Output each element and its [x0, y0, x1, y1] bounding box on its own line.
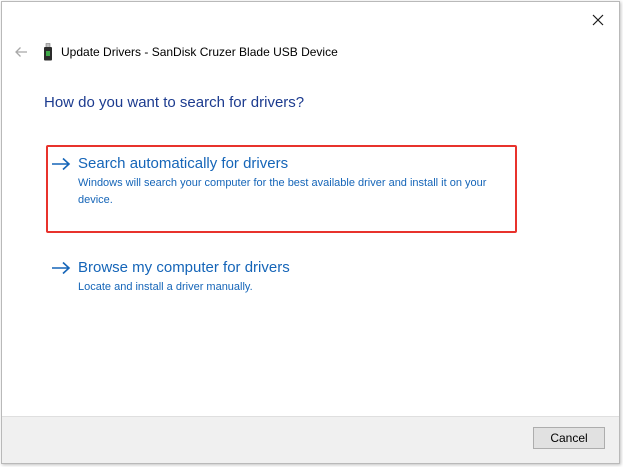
option-title: Browse my computer for drivers — [78, 259, 290, 276]
usb-drive-icon — [42, 42, 54, 62]
close-button[interactable] — [583, 6, 613, 34]
update-drivers-dialog: Update Drivers - SanDisk Cruzer Blade US… — [1, 1, 620, 464]
arrow-right-icon — [50, 154, 72, 174]
option-title: Search automatically for drivers — [78, 155, 289, 172]
cancel-button[interactable]: Cancel — [533, 427, 605, 449]
option-description: Locate and install a driver manually. — [78, 281, 253, 293]
close-icon — [592, 14, 604, 26]
search-automatically-option[interactable]: Search automatically for drivers Windows… — [50, 154, 510, 209]
dialog-title: Update Drivers - SanDisk Cruzer Blade US… — [61, 45, 338, 59]
page-heading: How do you want to search for drivers? — [44, 94, 305, 111]
dialog-header: Update Drivers - SanDisk Cruzer Blade US… — [10, 40, 338, 64]
option-description: Windows will search your computer for th… — [78, 177, 487, 206]
back-arrow-icon — [15, 47, 27, 57]
back-button[interactable] — [10, 41, 32, 63]
arrow-right-icon — [50, 258, 72, 278]
dialog-footer: Cancel — [2, 416, 619, 463]
browse-computer-option[interactable]: Browse my computer for drivers Locate an… — [50, 258, 510, 296]
